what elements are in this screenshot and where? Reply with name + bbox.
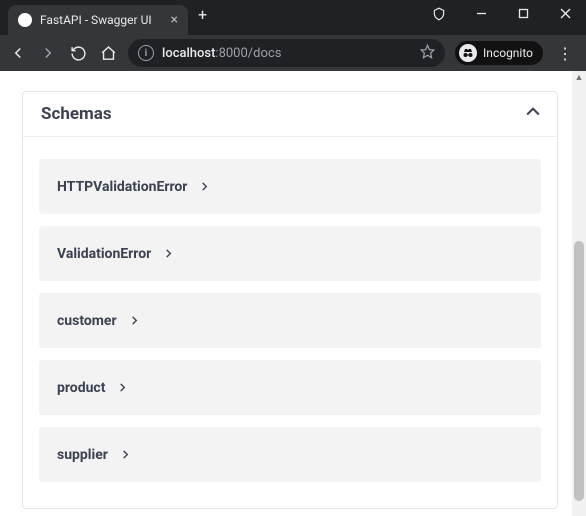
site-info-icon[interactable]: i <box>138 45 154 61</box>
window-controls <box>418 0 586 27</box>
incognito-label: Incognito <box>483 46 533 60</box>
security-shield-icon[interactable] <box>418 0 460 27</box>
schemas-title: Schemas <box>41 104 112 124</box>
scroll-up-arrow-icon[interactable]: ▲ <box>572 72 586 83</box>
schemas-header[interactable]: Schemas <box>23 92 557 137</box>
home-button[interactable] <box>98 43 118 63</box>
schema-name: supplier <box>57 447 108 463</box>
chevron-up-icon <box>523 102 543 126</box>
chevron-right-icon <box>129 311 140 330</box>
scrollbar-thumb[interactable] <box>574 241 584 501</box>
page-content: ▲ Schemas HTTPValidationError Validation… <box>0 71 586 516</box>
back-button[interactable] <box>8 43 28 63</box>
bookmark-star-icon[interactable] <box>420 44 435 63</box>
scrollbar[interactable]: ▲ <box>572 71 586 516</box>
schema-item-customer[interactable]: customer <box>39 293 541 348</box>
schema-name: HTTPValidationError <box>57 179 187 195</box>
chevron-right-icon <box>199 177 210 196</box>
reload-button[interactable] <box>68 43 88 63</box>
browser-tab[interactable]: FastAPI - Swagger UI × <box>8 5 188 35</box>
schemas-panel: Schemas HTTPValidationError ValidationEr… <box>22 91 558 509</box>
schema-name: customer <box>57 313 117 329</box>
maximize-button[interactable] <box>502 0 544 27</box>
url-text: localhost:8000/docs <box>162 46 412 61</box>
minimize-button[interactable] <box>460 0 502 27</box>
schema-name: product <box>57 380 105 396</box>
schema-item-validationerror[interactable]: ValidationError <box>39 226 541 281</box>
schemas-list: HTTPValidationError ValidationError cust… <box>23 137 557 508</box>
new-tab-button[interactable]: + <box>188 5 217 30</box>
address-bar[interactable]: i localhost:8000/docs <box>128 39 445 67</box>
browser-titlebar: FastAPI - Swagger UI × + <box>0 0 586 35</box>
tab-title: FastAPI - Swagger UI <box>40 13 163 27</box>
browser-toolbar: i localhost:8000/docs Incognito ⋮ <box>0 35 586 71</box>
chevron-right-icon <box>120 445 131 464</box>
incognito-badge[interactable]: Incognito <box>455 41 543 65</box>
close-icon[interactable]: × <box>171 12 178 28</box>
browser-menu-button[interactable]: ⋮ <box>553 44 578 63</box>
schema-item-httpvalidationerror[interactable]: HTTPValidationError <box>39 159 541 214</box>
schema-item-supplier[interactable]: supplier <box>39 427 541 482</box>
schema-name: ValidationError <box>57 246 151 262</box>
forward-button[interactable] <box>38 43 58 63</box>
schema-item-product[interactable]: product <box>39 360 541 415</box>
incognito-icon <box>459 44 477 62</box>
chevron-right-icon <box>163 244 174 263</box>
chevron-right-icon <box>117 378 128 397</box>
window-close-button[interactable] <box>544 0 586 27</box>
tab-favicon <box>18 13 32 27</box>
